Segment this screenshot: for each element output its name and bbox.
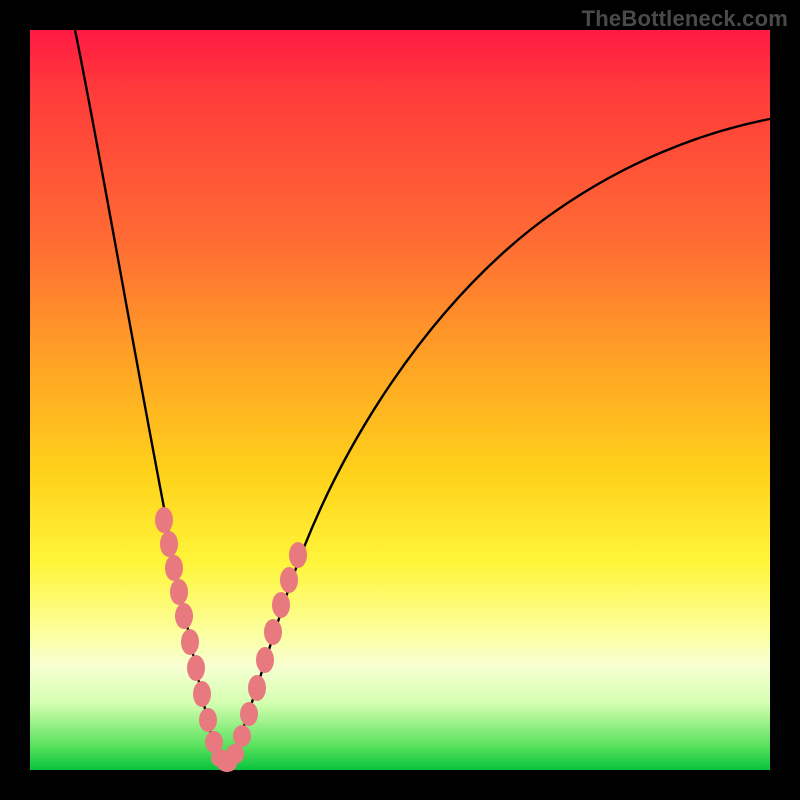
marker-dot <box>233 725 251 747</box>
marker-dot <box>170 579 188 605</box>
outer-frame: TheBottleneck.com <box>0 0 800 800</box>
marker-group <box>155 507 307 772</box>
marker-dot <box>289 542 307 568</box>
marker-dot <box>181 629 199 655</box>
marker-dot <box>248 675 266 701</box>
marker-dot <box>280 567 298 593</box>
marker-dot <box>193 681 211 707</box>
marker-dot <box>264 619 282 645</box>
plot-area <box>30 30 770 770</box>
marker-dot <box>187 655 205 681</box>
marker-dot <box>226 744 244 764</box>
marker-dot <box>165 555 183 581</box>
marker-dot <box>256 647 274 673</box>
marker-dot <box>240 702 258 726</box>
chart-svg <box>30 30 770 770</box>
bottleneck-curve <box>73 20 775 765</box>
marker-dot <box>160 531 178 557</box>
marker-dot <box>272 592 290 618</box>
watermark-text: TheBottleneck.com <box>582 6 788 32</box>
marker-dot <box>199 708 217 732</box>
marker-dot <box>175 603 193 629</box>
marker-dot <box>155 507 173 533</box>
